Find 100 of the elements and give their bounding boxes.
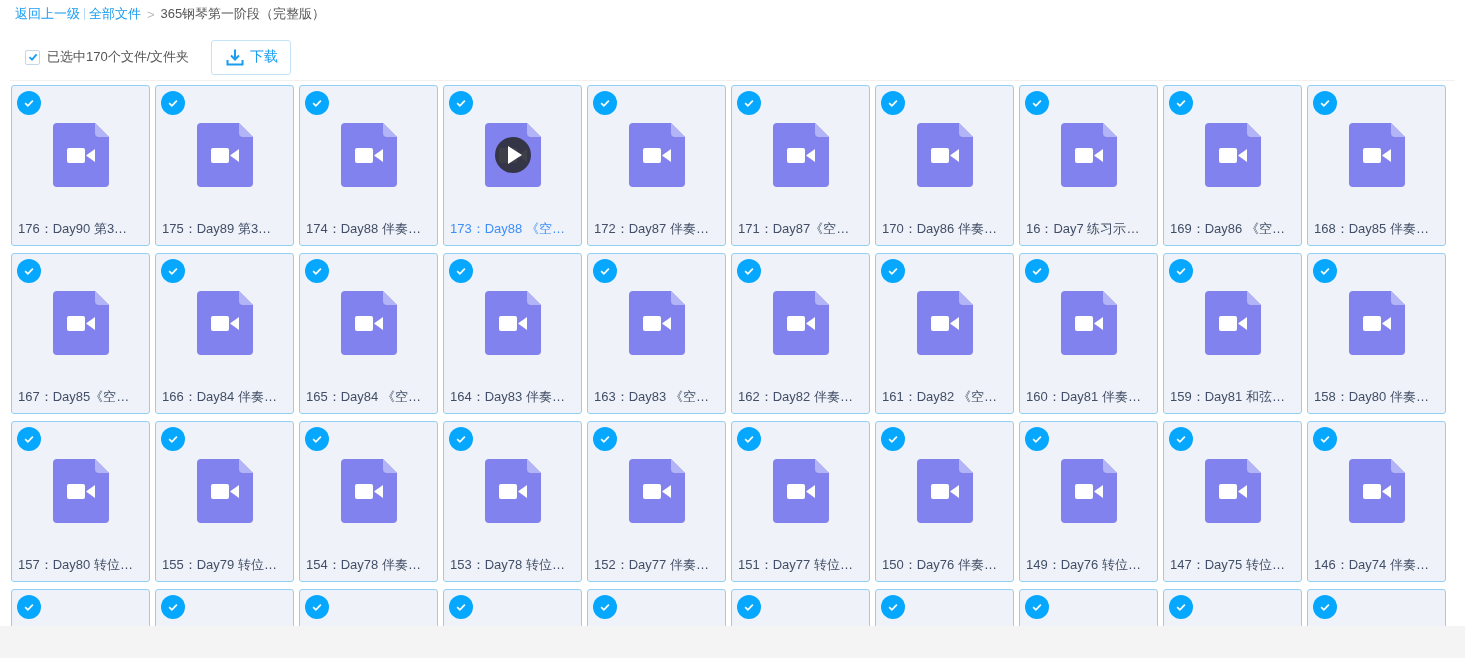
card-checkbox[interactable] <box>737 595 761 619</box>
file-card[interactable]: 152：Day77 伴奏… <box>587 421 726 582</box>
card-checkbox[interactable] <box>1025 91 1049 115</box>
video-file-icon <box>52 459 109 523</box>
file-name: 172：Day87 伴奏… <box>593 220 709 238</box>
file-card[interactable]: 147：Day75 转位… <box>1163 421 1302 582</box>
card-checkbox[interactable] <box>737 427 761 451</box>
card-checkbox[interactable] <box>161 259 185 283</box>
file-name: 150：Day76 伴奏… <box>881 556 997 574</box>
video-file-icon <box>772 123 829 187</box>
card-checkbox[interactable] <box>1313 427 1337 451</box>
card-checkbox[interactable] <box>1169 259 1193 283</box>
card-checkbox[interactable] <box>1313 595 1337 619</box>
file-name: 169：Day86 《空… <box>1169 220 1285 238</box>
card-checkbox[interactable] <box>161 595 185 619</box>
card-checkbox[interactable] <box>305 259 329 283</box>
file-card[interactable]: 176：Day90 第3… <box>11 85 150 246</box>
file-card[interactable]: 164：Day83 伴奏… <box>443 253 582 414</box>
file-card[interactable]: 160：Day81 伴奏… <box>1019 253 1158 414</box>
file-card[interactable]: 157：Day80 转位… <box>11 421 150 582</box>
file-name: 158：Day80 伴奏… <box>1313 388 1429 406</box>
card-checkbox[interactable] <box>161 427 185 451</box>
video-file-icon <box>1060 123 1117 187</box>
file-card[interactable]: 174：Day88 伴奏… <box>299 85 438 246</box>
file-name: 157：Day80 转位… <box>17 556 133 574</box>
card-checkbox[interactable] <box>881 91 905 115</box>
file-card[interactable]: 153：Day78 转位… <box>443 421 582 582</box>
file-card[interactable]: 146：Day74 伴奏… <box>1307 421 1446 582</box>
file-card[interactable]: 166：Day84 伴奏… <box>155 253 294 414</box>
card-checkbox[interactable] <box>17 595 41 619</box>
card-checkbox[interactable] <box>1169 595 1193 619</box>
file-card[interactable]: 155：Day79 转位… <box>155 421 294 582</box>
file-card[interactable]: 172：Day87 伴奏… <box>587 85 726 246</box>
file-card[interactable]: 158：Day80 伴奏… <box>1307 253 1446 414</box>
video-file-icon <box>772 291 829 355</box>
video-file-icon <box>916 291 973 355</box>
card-checkbox[interactable] <box>881 427 905 451</box>
file-card[interactable]: 175：Day89 第3… <box>155 85 294 246</box>
file-name: 151：Day77 转位… <box>737 556 853 574</box>
file-card[interactable]: 170：Day86 伴奏… <box>875 85 1014 246</box>
card-checkbox[interactable] <box>449 595 473 619</box>
card-checkbox[interactable] <box>593 427 617 451</box>
file-name: 152：Day77 伴奏… <box>593 556 709 574</box>
card-checkbox[interactable] <box>161 91 185 115</box>
file-card[interactable]: 167：Day85《空… <box>11 253 150 414</box>
file-card[interactable]: 16：Day7 练习示… <box>1019 85 1158 246</box>
file-card[interactable]: 168：Day85 伴奏… <box>1307 85 1446 246</box>
file-name: 155：Day79 转位… <box>161 556 277 574</box>
card-checkbox[interactable] <box>305 427 329 451</box>
video-file-icon <box>1060 291 1117 355</box>
card-checkbox[interactable] <box>1169 91 1193 115</box>
card-checkbox[interactable] <box>1025 259 1049 283</box>
card-checkbox[interactable] <box>1169 427 1193 451</box>
card-checkbox[interactable] <box>1313 91 1337 115</box>
card-checkbox[interactable] <box>305 91 329 115</box>
card-checkbox[interactable] <box>737 91 761 115</box>
file-card[interactable]: 154：Day78 伴奏… <box>299 421 438 582</box>
file-card[interactable]: 162：Day82 伴奏… <box>731 253 870 414</box>
video-file-icon <box>1348 459 1405 523</box>
card-checkbox[interactable] <box>449 427 473 451</box>
video-file-icon <box>1060 459 1117 523</box>
video-file-icon <box>484 291 541 355</box>
card-checkbox[interactable] <box>1025 595 1049 619</box>
file-card[interactable]: 150：Day76 伴奏… <box>875 421 1014 582</box>
download-icon <box>226 48 244 66</box>
file-card[interactable]: 163：Day83 《空… <box>587 253 726 414</box>
card-checkbox[interactable] <box>305 595 329 619</box>
file-card[interactable]: 161：Day82 《空… <box>875 253 1014 414</box>
card-checkbox[interactable] <box>881 595 905 619</box>
file-name: 159：Day81 和弦… <box>1169 388 1285 406</box>
card-checkbox[interactable] <box>1313 259 1337 283</box>
video-file-icon <box>196 459 253 523</box>
file-card[interactable]: 149：Day76 转位… <box>1019 421 1158 582</box>
card-checkbox[interactable] <box>17 427 41 451</box>
file-name: 153：Day78 转位… <box>449 556 565 574</box>
play-icon[interactable] <box>493 136 532 174</box>
file-card[interactable]: 169：Day86 《空… <box>1163 85 1302 246</box>
file-name: 166：Day84 伴奏… <box>161 388 277 406</box>
card-checkbox[interactable] <box>593 259 617 283</box>
select-all-checkbox[interactable] <box>25 49 40 65</box>
video-file-icon <box>916 459 973 523</box>
file-name: 176：Day90 第3… <box>17 220 128 238</box>
card-checkbox[interactable] <box>17 259 41 283</box>
file-name: 160：Day81 伴奏… <box>1025 388 1141 406</box>
file-card[interactable]: 159：Day81 和弦… <box>1163 253 1302 414</box>
card-checkbox[interactable] <box>593 595 617 619</box>
file-name: 174：Day88 伴奏… <box>305 220 421 238</box>
card-checkbox[interactable] <box>593 91 617 115</box>
card-checkbox[interactable] <box>881 259 905 283</box>
card-checkbox[interactable] <box>17 91 41 115</box>
video-file-icon <box>1204 291 1261 355</box>
card-checkbox[interactable] <box>1025 427 1049 451</box>
file-card[interactable]: 151：Day77 转位… <box>731 421 870 582</box>
video-file-icon <box>340 123 397 187</box>
card-checkbox[interactable] <box>449 259 473 283</box>
card-checkbox[interactable] <box>737 259 761 283</box>
checkmark-icon <box>26 51 39 63</box>
file-card[interactable]: 171：Day87《空… <box>731 85 870 246</box>
card-checkbox[interactable] <box>449 91 473 115</box>
file-card[interactable]: 165：Day84 《空… <box>299 253 438 414</box>
